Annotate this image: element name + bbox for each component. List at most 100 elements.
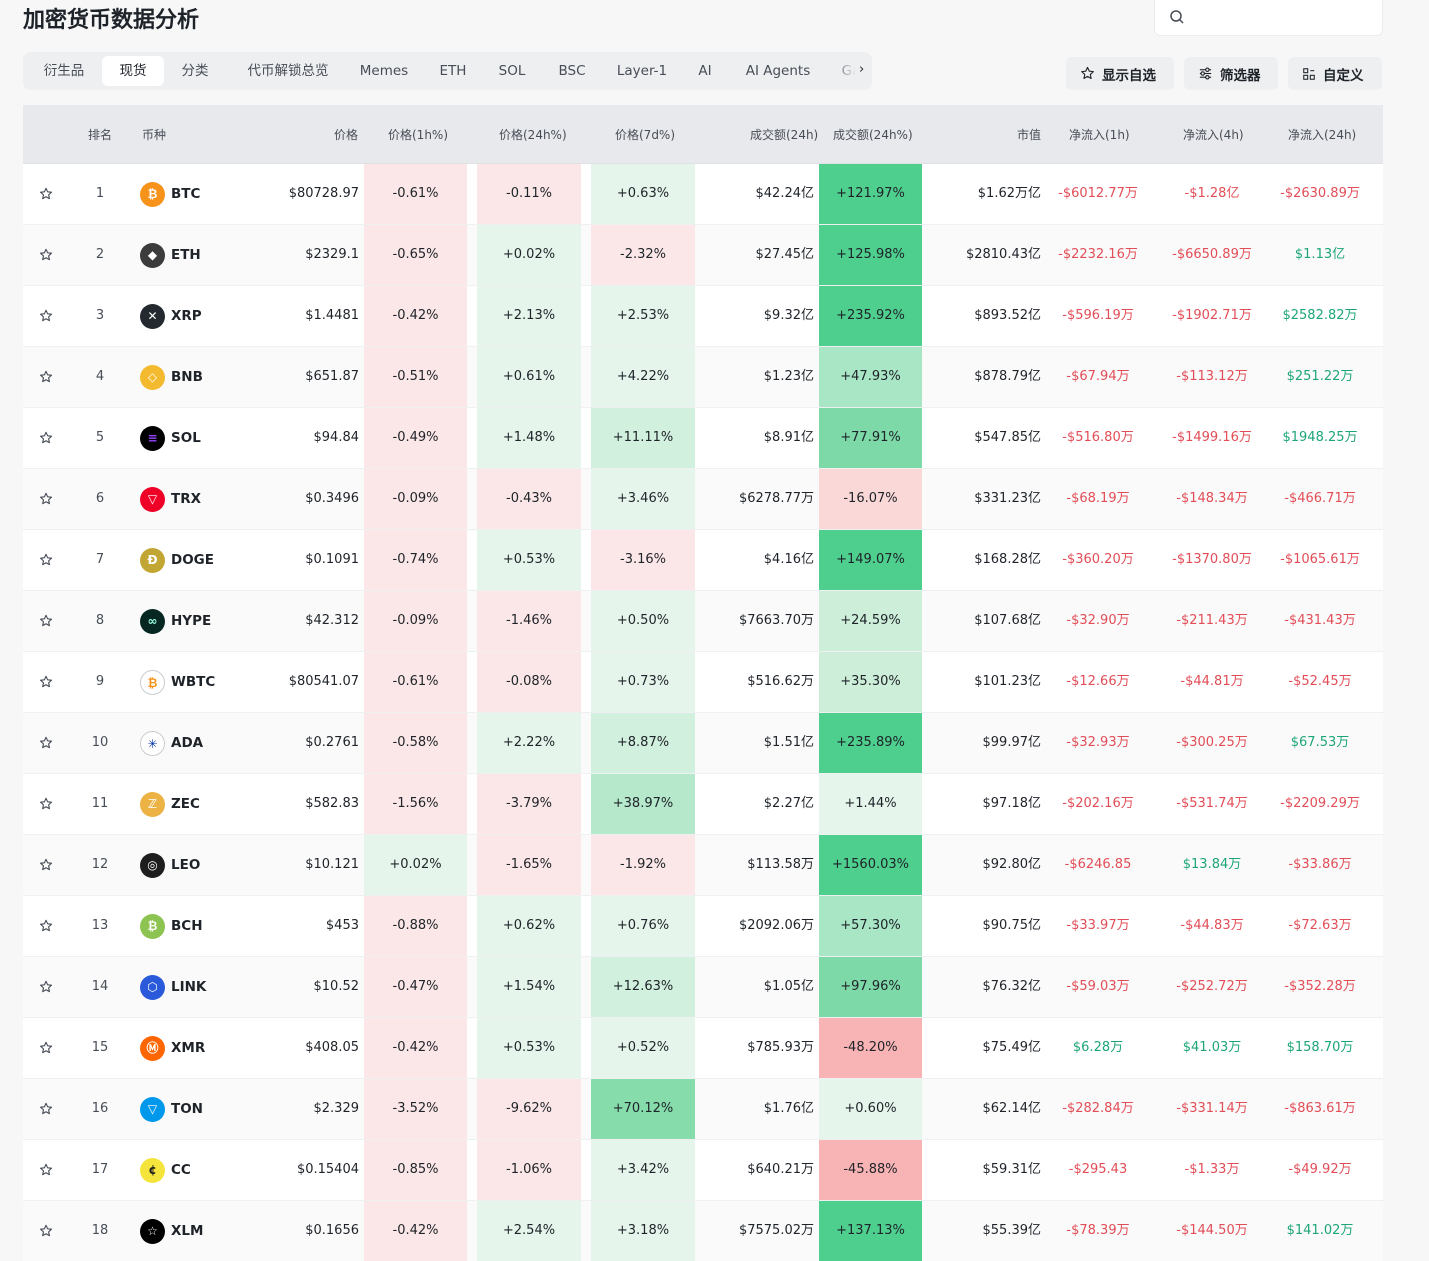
volume-cell: $1.51亿: [763, 735, 814, 750]
col-coin[interactable]: 币种: [142, 126, 166, 143]
search-input[interactable]: [1193, 3, 1373, 29]
tab-5[interactable]: ETH: [429, 56, 477, 86]
table-row[interactable]: 3 ✕ XRP $1.4481 -0.42% +2.13% +2.53% $9.32亿 +235…: [23, 286, 1383, 347]
col-price[interactable]: 价格: [334, 126, 358, 143]
col-volume-pct[interactable]: 成交额(24h%): [833, 126, 913, 143]
star-icon[interactable]: [39, 1163, 53, 1177]
tab-7[interactable]: BSC: [547, 56, 597, 86]
coin-cell[interactable]: ₿ BCH: [140, 896, 203, 956]
star-icon[interactable]: [39, 248, 53, 262]
star-icon[interactable]: [39, 492, 53, 506]
flow-24h-cell: -$1065.61万: [1280, 552, 1360, 567]
coin-cell[interactable]: ◆ ETH: [140, 225, 201, 285]
table-row[interactable]: 6 ▽ TRX $0.3496 -0.09% -0.43% +3.46% $6278.77万 -…: [23, 469, 1383, 530]
coin-cell[interactable]: ◎ LEO: [140, 835, 200, 895]
tab-10[interactable]: AI Agents: [737, 56, 819, 86]
coin-cell[interactable]: ∞ HYPE: [140, 591, 211, 651]
col-rank[interactable]: 排名: [88, 126, 112, 143]
coin-cell[interactable]: ₿ WBTC: [140, 652, 215, 712]
coin-cell[interactable]: ▽ TRX: [140, 469, 201, 529]
star-icon[interactable]: [39, 187, 53, 201]
col-mcap[interactable]: 市值: [1017, 126, 1041, 143]
table-row[interactable]: 7 Ð DOGE $0.1091 -0.74% +0.53% -3.16% $4.16亿 +14…: [23, 530, 1383, 591]
col-price-1h[interactable]: 价格(1h%): [388, 126, 448, 143]
coin-cell[interactable]: ◇ BNB: [140, 347, 203, 407]
table-row[interactable]: 17 ¢ CC $0.15404 -0.85% -1.06% +3.42% $640.21万 -…: [23, 1140, 1383, 1201]
volume-cell: $9.32亿: [763, 308, 814, 323]
rank-cell: 6: [95, 491, 105, 506]
table-row[interactable]: 14 ⬡ LINK $10.52 -0.47% +1.54% +12.63% $1.05亿 +9…: [23, 957, 1383, 1018]
customize-button[interactable]: 自定义: [1288, 57, 1382, 90]
table-row[interactable]: 5 ≡ SOL $94.84 -0.49% +1.48% +11.11% $8.91亿 +77.…: [23, 408, 1383, 469]
table-row[interactable]: 18 ☆ XLM $0.1656 -0.42% +2.54% +3.18% $7575.02万…: [23, 1201, 1383, 1261]
star-icon[interactable]: [39, 370, 53, 384]
star-icon[interactable]: [39, 553, 53, 567]
table-row[interactable]: 13 ₿ BCH $453 -0.88% +0.62% +0.76% $2092.06万 +57…: [23, 896, 1383, 957]
coin-cell[interactable]: Ⓜ XMR: [140, 1018, 205, 1078]
star-icon[interactable]: [39, 675, 53, 689]
mcap-cell: $75.49亿: [982, 1040, 1042, 1055]
star-icon[interactable]: [39, 309, 53, 323]
col-price-24h[interactable]: 价格(24h%): [499, 126, 567, 143]
category-tabs: 衍生品 现货 分类 代币解锁总览 Memes ETH SOL BSC Layer-1 AI AI A…: [23, 52, 872, 90]
tab-8[interactable]: Layer-1: [607, 56, 677, 86]
price-24h-cell: +1.48%: [477, 408, 581, 468]
star-icon[interactable]: [39, 1041, 53, 1055]
star-icon[interactable]: [39, 614, 53, 628]
mcap-cell: $331.23亿: [974, 491, 1041, 506]
price-7d-cell: +4.22%: [591, 347, 695, 407]
table-row[interactable]: 10 ✳ ADA $0.2761 -0.58% +2.22% +8.87% $1.51亿 +23…: [23, 713, 1383, 774]
coin-cell[interactable]: ℤ ZEC: [140, 774, 200, 834]
tab-4[interactable]: Memes: [351, 56, 417, 86]
col-flow-24h[interactable]: 净流入(24h): [1288, 126, 1356, 143]
tab-2[interactable]: 分类: [171, 56, 219, 86]
table-row[interactable]: 9 ₿ WBTC $80541.07 -0.61% -0.08% +0.73% $516.62…: [23, 652, 1383, 713]
chevron-right-icon[interactable]: ›: [859, 62, 864, 77]
price-24h-cell: +0.61%: [477, 347, 581, 407]
col-flow-4h[interactable]: 净流入(4h): [1183, 126, 1244, 143]
coin-symbol: LEO: [171, 857, 201, 873]
star-icon[interactable]: [39, 797, 53, 811]
table-row[interactable]: 16 ▽ TON $2.329 -3.52% -9.62% +70.12% $1.76亿 +0.…: [23, 1079, 1383, 1140]
volume-pct-cell: +121.97%: [819, 164, 922, 224]
coin-cell[interactable]: ≡ SOL: [140, 408, 201, 468]
tab-6[interactable]: SOL: [487, 56, 537, 86]
star-icon[interactable]: [39, 736, 53, 750]
star-icon[interactable]: [39, 1102, 53, 1116]
coin-cell[interactable]: ✕ XRP: [140, 286, 202, 346]
coin-cell[interactable]: ▽ TON: [140, 1079, 203, 1139]
star-icon[interactable]: [39, 980, 53, 994]
table-row[interactable]: 1 ₿ BTC $80728.97 -0.61% -0.11% +0.63% $42.24亿 +…: [23, 164, 1383, 225]
watchlist-button[interactable]: 显示自选: [1066, 57, 1174, 90]
coin-cell[interactable]: ☆ XLM: [140, 1201, 203, 1261]
star-icon[interactable]: [39, 431, 53, 445]
flow-24h-cell: $158.70万: [1286, 1040, 1354, 1055]
tab-9[interactable]: AI: [685, 56, 725, 86]
coin-cell[interactable]: ✳ ADA: [140, 713, 203, 773]
tab-1[interactable]: 现货: [102, 56, 164, 86]
table-row[interactable]: 2 ◆ ETH $2329.1 -0.65% +0.02% -2.32% $27.45亿 +12…: [23, 225, 1383, 286]
col-volume[interactable]: 成交额(24h): [750, 126, 818, 143]
table-row[interactable]: 4 ◇ BNB $651.87 -0.51% +0.61% +4.22% $1.23亿 +47.…: [23, 347, 1383, 408]
table-row[interactable]: 15 Ⓜ XMR $408.05 -0.42% +0.53% +0.52% $785.93万 -…: [23, 1018, 1383, 1079]
coin-cell[interactable]: ₿ BTC: [140, 164, 200, 224]
coin-cell[interactable]: ¢ CC: [140, 1140, 191, 1200]
star-icon[interactable]: [39, 1224, 53, 1238]
star-icon[interactable]: [39, 858, 53, 872]
tab-3[interactable]: 代币解锁总览: [231, 56, 345, 86]
col-price-7d[interactable]: 价格(7d%): [615, 126, 675, 143]
tab-0[interactable]: 衍生品: [29, 56, 99, 86]
price-7d-cell: +0.50%: [591, 591, 695, 651]
filter-button[interactable]: 筛选器: [1184, 57, 1278, 90]
coin-cell[interactable]: ⬡ LINK: [140, 957, 206, 1017]
coin-cell[interactable]: Ð DOGE: [140, 530, 214, 590]
table-row[interactable]: 11 ℤ ZEC $582.83 -1.56% -3.79% +38.97% $2.27亿 +1…: [23, 774, 1383, 835]
table-row[interactable]: 8 ∞ HYPE $42.312 -0.09% -1.46% +0.50% $7663.70万…: [23, 591, 1383, 652]
price-1h-cell: -0.42%: [364, 1018, 467, 1078]
col-flow-1h[interactable]: 净流入(1h): [1069, 126, 1130, 143]
sol-logo: ≡: [140, 425, 165, 451]
search-box[interactable]: [1154, 0, 1383, 36]
price-7d-cell: +70.12%: [591, 1079, 695, 1139]
table-row[interactable]: 12 ◎ LEO $10.121 +0.02% -1.65% -1.92% $113.58万 +…: [23, 835, 1383, 896]
star-icon[interactable]: [39, 919, 53, 933]
